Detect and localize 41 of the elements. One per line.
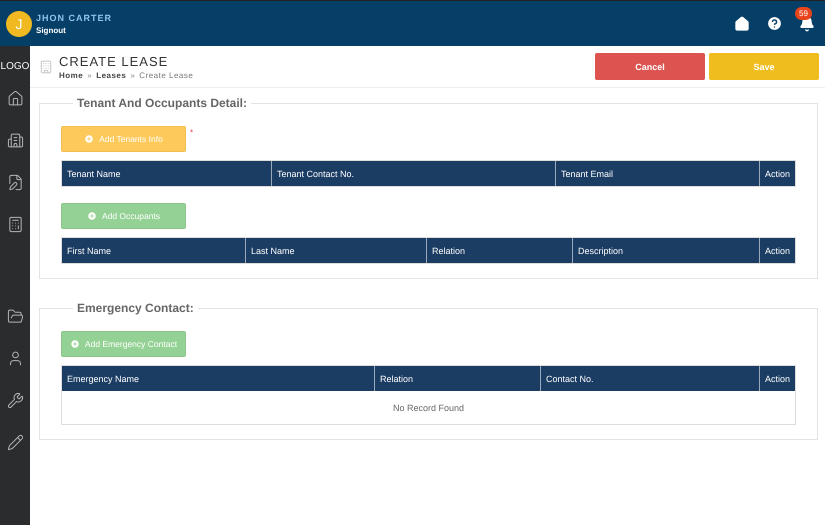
user-avatar: J — [6, 10, 32, 36]
empty-message: No Record Found — [392, 402, 466, 414]
breadcrumb-separator: » — [87, 70, 92, 80]
page-icon — [39, 60, 53, 74]
column-header: Tenant Contact No. — [271, 161, 555, 186]
column-header: Description — [572, 238, 759, 263]
column-header: Contact No. — [540, 366, 759, 391]
section-title: Emergency Contact: — [76, 301, 195, 315]
calculator-icon[interactable] — [6, 216, 24, 233]
breadcrumb-separator: » — [130, 70, 136, 80]
plus-icon — [86, 211, 97, 221]
column-header: Action — [759, 161, 795, 186]
column-header: Tenant Email — [555, 161, 759, 186]
plus-icon — [84, 134, 94, 144]
breadcrumb-current: Create Lease — [139, 70, 194, 80]
column-header: Relation — [426, 238, 572, 263]
folder-icon[interactable] — [6, 308, 24, 325]
required-mark: * — [190, 128, 194, 137]
plus-icon — [70, 339, 80, 349]
section-title: Tenant And Occupants Detail: — [76, 96, 248, 110]
user-name: JHON CARTER — [36, 12, 112, 22]
breadcrumb-link[interactable]: Leases — [96, 70, 126, 80]
cancel-button[interactable]: Cancel — [595, 53, 705, 80]
page-title: CREATE LEASE — [59, 54, 170, 68]
column-header: First Name — [66, 244, 112, 258]
building-icon[interactable] — [6, 132, 24, 149]
logo: LOGO — [0, 61, 30, 72]
breadcrumb-link[interactable]: Home — [59, 70, 84, 80]
column-header: Relation — [374, 366, 540, 391]
help-icon[interactable] — [766, 15, 783, 32]
home-icon[interactable] — [6, 90, 24, 107]
signout-link[interactable]: Signout — [36, 26, 112, 34]
edit-document-icon[interactable] — [6, 174, 24, 191]
wrench-icon[interactable] — [6, 392, 24, 409]
column-header: Tenant Name — [66, 168, 122, 180]
column-header: Action — [759, 366, 795, 391]
column-header: Emergency Name — [66, 372, 140, 386]
column-header: Last Name — [245, 238, 426, 263]
pencil-icon[interactable] — [6, 434, 24, 451]
column-header: Action — [759, 238, 795, 263]
notification-badge: 59 — [795, 6, 812, 20]
